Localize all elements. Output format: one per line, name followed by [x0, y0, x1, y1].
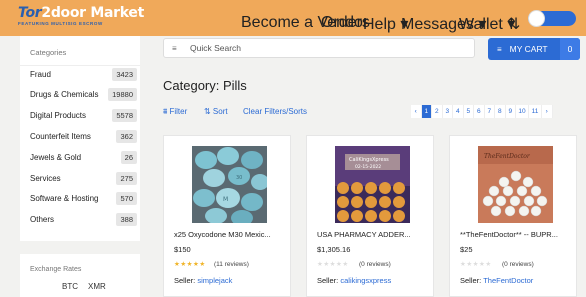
- product-title[interactable]: USA PHARMACY ADDER...: [317, 230, 411, 239]
- category-item[interactable]: Others 388: [30, 212, 137, 228]
- menu-icon: ≡: [172, 43, 177, 53]
- category-label: Services: [30, 173, 61, 183]
- pagination: ‹ 1 2 3 4 5 6 7 8 9 10 11 ›: [411, 105, 553, 118]
- pager-next[interactable]: ›: [542, 105, 553, 118]
- seller-line: Seller: calikingsxpress: [317, 276, 391, 285]
- category-label: Jewels & Gold: [30, 152, 82, 162]
- pager-page[interactable]: 7: [484, 105, 495, 118]
- cart-label: MY CART: [509, 44, 548, 54]
- page-title: Category: Pills: [163, 78, 247, 93]
- seller-prefix: Seller:: [174, 276, 196, 285]
- pager-page[interactable]: 3: [442, 105, 453, 118]
- pager-page[interactable]: 9: [505, 105, 516, 118]
- top-header: Tor2door Market FEATURING MULTISIG ESCRO…: [0, 0, 586, 36]
- pager-page[interactable]: 4: [453, 105, 464, 118]
- category-item[interactable]: Software & Hosting 570: [30, 191, 137, 207]
- product-price: $150: [174, 245, 191, 254]
- category-item[interactable]: Services 275: [30, 170, 137, 186]
- my-cart-button[interactable]: ≡ MY CART 0: [488, 38, 580, 60]
- logo-tagline: FEATURING MULTISIG ESCROW: [18, 21, 103, 26]
- logo-prefix: Tor: [18, 5, 42, 21]
- seller-prefix: Seller:: [460, 276, 482, 285]
- product-card[interactable]: CaliKingsXpress 02-15-2022 USA PHARMACY …: [306, 135, 434, 297]
- pager-page[interactable]: 8: [495, 105, 506, 118]
- category-count-badge: 275: [116, 171, 137, 185]
- pager-page[interactable]: 10: [516, 105, 529, 118]
- svg-text:M: M: [223, 196, 228, 203]
- product-image-pills-blue[interactable]: M 30: [192, 146, 267, 223]
- product-card[interactable]: TheFentDoctor **TheFentDoctor** -- BUPR.…: [449, 135, 577, 297]
- logo-text: 2door Market: [41, 5, 144, 21]
- svg-text:CaliKingsXpress: CaliKingsXpress: [349, 157, 389, 163]
- svg-text:30: 30: [236, 175, 242, 181]
- category-item[interactable]: Digital Products 5578: [30, 108, 137, 124]
- product-card[interactable]: M 30 x25 Oxycodone M30 Mexic... $150 ★★★…: [163, 135, 291, 297]
- sort-button[interactable]: ⇅ Sort: [204, 107, 228, 116]
- categories-panel: Categories Fraud 3423 Drugs & Chemicals 198…: [20, 36, 140, 241]
- pager-page[interactable]: 11: [529, 105, 542, 118]
- review-count: (0 reviews): [502, 261, 534, 268]
- exchange-rates-title: Exchange Rates: [30, 266, 82, 273]
- review-count: (0 reviews): [359, 261, 391, 268]
- avatar: [528, 10, 545, 27]
- rating-stars: ★★★★★: [317, 260, 349, 268]
- category-label: Others: [30, 215, 55, 225]
- seller-link[interactable]: simplejack: [197, 276, 232, 285]
- seller-prefix: Seller:: [317, 276, 339, 285]
- filter-button[interactable]: ⩩ Filter: [163, 107, 187, 117]
- category-label: Digital Products: [30, 111, 87, 121]
- category-count-badge: 362: [116, 129, 137, 143]
- category-count-badge: 19880: [108, 88, 137, 102]
- seller-link[interactable]: calikingsxpress: [340, 276, 391, 285]
- review-count: (11 reviews): [214, 261, 249, 268]
- pager-page[interactable]: 5: [463, 105, 474, 118]
- product-price: $1,305.16: [317, 245, 351, 254]
- category-label: Drugs & Chemicals: [30, 90, 99, 100]
- product-price: $25: [460, 245, 473, 254]
- category-item[interactable]: Jewels & Gold 26: [30, 149, 137, 165]
- cart-icon: ≡: [497, 44, 502, 54]
- category-label: Counterfeit Items: [30, 131, 91, 141]
- quick-search-box[interactable]: ≡: [163, 38, 475, 58]
- product-title[interactable]: **TheFentDoctor** -- BUPR...: [460, 230, 558, 239]
- pager-page[interactable]: 2: [432, 105, 443, 118]
- seller-line: Seller: TheFentDoctor: [460, 276, 533, 285]
- category-item[interactable]: Fraud 3423: [30, 66, 137, 82]
- category-count-badge: 3423: [112, 67, 137, 81]
- pager-page[interactable]: 1: [421, 105, 432, 118]
- product-title[interactable]: x25 Oxycodone M30 Mexic...: [174, 230, 271, 239]
- star-icon: ★: [199, 261, 206, 268]
- svg-text:TheFentDoctor: TheFentDoctor: [484, 153, 531, 160]
- nav-transfer-icon[interactable]: ⇅: [507, 14, 520, 34]
- category-count-badge: 570: [116, 192, 137, 206]
- category-count-badge: 26: [120, 150, 137, 164]
- product-image-pills-orange[interactable]: CaliKingsXpress 02-15-2022: [335, 146, 410, 223]
- btc-tab[interactable]: BTC: [62, 282, 78, 291]
- star-icon: ★: [485, 261, 492, 268]
- category-item[interactable]: Counterfeit Items 362: [30, 128, 137, 144]
- seller-line: Seller: simplejack: [174, 276, 232, 285]
- category-count-badge: 5578: [112, 109, 137, 123]
- account-menu[interactable]: [528, 10, 576, 27]
- pager-page[interactable]: 6: [474, 105, 485, 118]
- product-image-pills-white[interactable]: TheFentDoctor: [478, 146, 553, 223]
- svg-text:02-15-2022: 02-15-2022: [355, 164, 381, 170]
- category-item[interactable]: Drugs & Chemicals 19880: [30, 87, 137, 103]
- seller-link[interactable]: TheFentDoctor: [483, 276, 533, 285]
- cart-count-badge: 0: [560, 38, 580, 60]
- site-logo[interactable]: Tor2door Market FEATURING MULTISIG ESCRO…: [18, 5, 144, 27]
- clear-filters-link[interactable]: Clear Filters/Sorts: [243, 107, 307, 116]
- category-label: Software & Hosting: [30, 194, 99, 204]
- categories-title: Categories: [20, 36, 140, 66]
- xmr-tab[interactable]: XMR: [88, 282, 106, 291]
- pager-prev[interactable]: ‹: [411, 105, 422, 118]
- star-icon: ★: [342, 261, 349, 268]
- rating-stars: ★★★★★: [460, 260, 492, 268]
- search-input[interactable]: [190, 43, 470, 53]
- category-label: Fraud: [30, 69, 51, 79]
- category-count-badge: 388: [116, 213, 137, 227]
- rating-stars: ★★★★★: [174, 260, 206, 268]
- exchange-rates-panel: Exchange Rates BTC XMR: [20, 254, 140, 297]
